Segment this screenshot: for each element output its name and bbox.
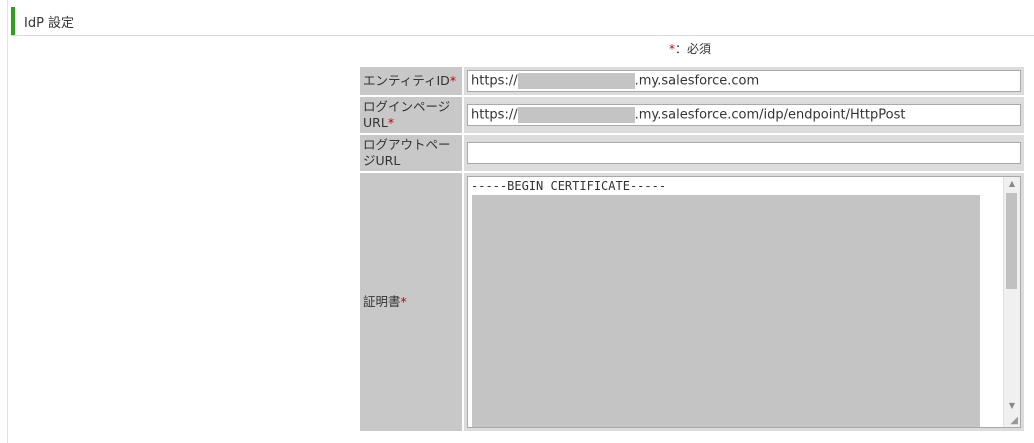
- certificate-field-cell: -----BEGIN CERTIFICATE----- ▲ ▼ ◢: [464, 173, 1024, 431]
- certificate-row: 証明書* -----BEGIN CERTIFICATE----- ▲ ▼ ◢: [360, 173, 1024, 431]
- entity-id-field-cell: https:// .my.salesforce.com: [464, 67, 1024, 95]
- certificate-required-mark: *: [400, 294, 407, 309]
- logout-url-field-cell: [464, 135, 1024, 171]
- entity-id-prefix: https://: [471, 73, 518, 89]
- section-header: IdP 設定: [11, 7, 1034, 36]
- certificate-scrollbar[interactable]: ▲ ▼: [1003, 177, 1020, 427]
- redacted-subdomain: [517, 107, 635, 123]
- required-legend: *：必須: [669, 40, 711, 57]
- entity-id-required-mark: *: [449, 73, 457, 88]
- section-accent-bar: [11, 7, 15, 35]
- entity-id-row: エンティティID* https:// .my.salesforce.com: [360, 67, 1024, 95]
- login-url-label-text: ログインページURL: [363, 99, 451, 130]
- redacted-subdomain: [517, 73, 635, 89]
- entity-id-label: エンティティID*: [360, 67, 462, 95]
- logout-url-row: ログアウトページURL: [360, 135, 1024, 171]
- login-url-label: ログインページURL*: [360, 97, 462, 133]
- login-url-field-cell: https:// .my.salesforce.com/idp/endpoint/…: [464, 97, 1024, 133]
- certificate-label-text: 証明書: [363, 294, 401, 309]
- login-url-suffix: .my.salesforce.com/idp/endpoint/HttpPost: [634, 107, 906, 123]
- certificate-textarea[interactable]: -----BEGIN CERTIFICATE----- ▲ ▼ ◢: [467, 176, 1021, 428]
- entity-id-label-text: エンティティID: [363, 73, 450, 88]
- entity-id-suffix: .my.salesforce.com: [634, 73, 760, 89]
- login-url-row: ログインページURL* https:// .my.salesforce.com/i…: [360, 97, 1024, 133]
- scroll-down-arrow-icon[interactable]: ▼: [1004, 399, 1020, 413]
- login-url-required-mark: *: [387, 115, 395, 130]
- required-legend-text: ：必須: [675, 42, 712, 56]
- scroll-thumb[interactable]: [1006, 193, 1017, 289]
- login-url-input[interactable]: https:// .my.salesforce.com/idp/endpoint/…: [467, 104, 1021, 126]
- logout-url-label-text: ログアウトページURL: [363, 137, 451, 168]
- section-title: IdP 設定: [24, 16, 75, 31]
- page-left-border: [7, 0, 8, 443]
- resize-grip-icon[interactable]: ◢: [1010, 415, 1018, 426]
- entity-id-input[interactable]: https:// .my.salesforce.com: [467, 70, 1021, 92]
- scroll-up-arrow-icon[interactable]: ▲: [1004, 177, 1020, 191]
- logout-url-input[interactable]: [467, 142, 1021, 164]
- redacted-certificate-body: [472, 195, 980, 427]
- idp-settings-form: エンティティID* https://.my.salesforce.com ログイ…: [358, 65, 1026, 433]
- logout-url-label: ログアウトページURL: [360, 135, 462, 171]
- certificate-first-line: -----BEGIN CERTIFICATE-----: [471, 179, 667, 193]
- certificate-label: 証明書*: [360, 173, 462, 431]
- login-url-prefix: https://: [471, 107, 518, 123]
